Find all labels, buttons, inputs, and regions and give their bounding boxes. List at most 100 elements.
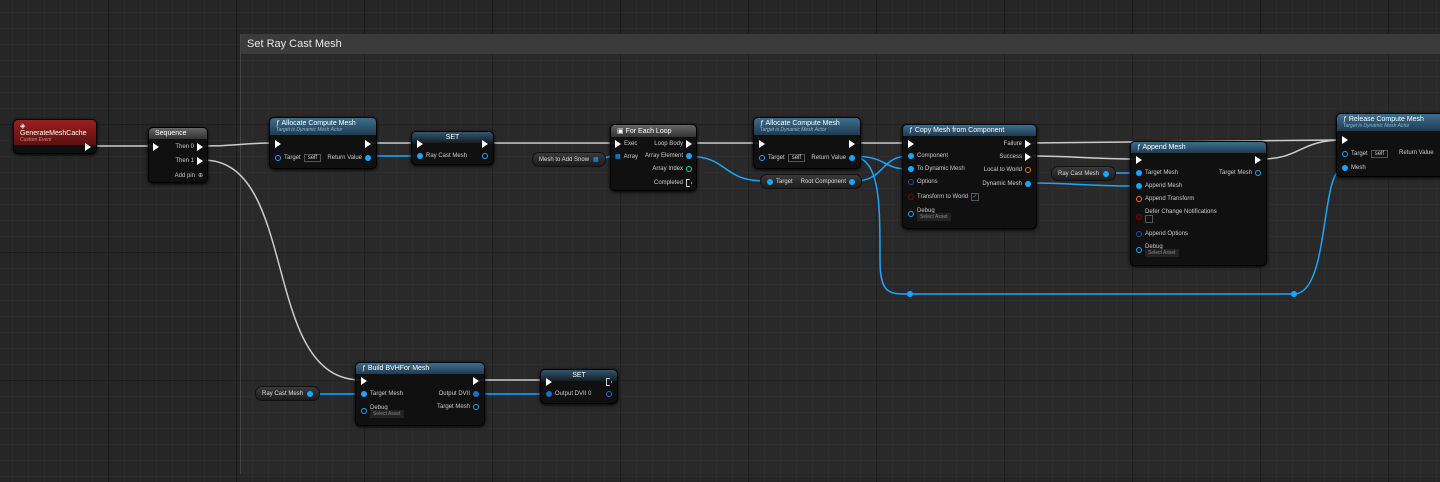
append-mesh-pin[interactable]: Append Mesh [1136,183,1182,189]
exec-out-pin[interactable] [606,378,612,386]
select-asset-dropdown[interactable]: Select Asset [370,410,404,418]
node-header: ƒ Allocate Compute Mesh Target is Dynamic… [270,118,376,135]
node-subtitle: Target is Dynamic Mesh Actor [1343,123,1410,129]
transform-to-world-pin[interactable]: Transform to World ✓ [908,193,980,201]
pin-label: Then 0 [175,144,194,150]
output-dvii-0-pin[interactable]: Output DVII 0 [546,391,591,397]
output-pin[interactable] [606,391,612,397]
exec-out-pin[interactable] [482,140,488,148]
root-component-pin[interactable]: Root Component [801,178,855,185]
function-icon: ƒ [1343,116,1347,123]
set-node[interactable]: SET Ray Cast Mesh [411,131,494,165]
target-pin[interactable]: Target self [275,154,322,162]
ray-cast-mesh-pin[interactable]: Ray Cast Mesh [417,153,467,159]
select-asset-dropdown[interactable]: Select Asset [917,213,951,221]
exec-in-pin[interactable] [361,377,367,385]
ray-cast-mesh-variable-2[interactable]: Ray Cast Mesh [255,386,321,401]
ray-cast-mesh-variable[interactable]: Ray Cast Mesh [1051,166,1117,181]
exec-in-pin[interactable] [1136,156,1142,164]
node-header: ƒ Copy Mesh from Component [903,125,1036,136]
transform-to-world-checkbox[interactable]: ✓ [971,193,980,201]
debug-pin[interactable]: Debug Select Asset [908,208,951,221]
component-pin[interactable]: Component [908,153,948,159]
defer-change-notifications-pin[interactable]: Defer Change Notifications [1136,209,1217,225]
exec-out-pin[interactable] [365,140,371,148]
exec-wire [202,159,362,381]
then-1-pin[interactable]: Then 1 [175,157,203,165]
target-input[interactable]: self [787,154,806,162]
target-pin[interactable]: Target [767,178,793,185]
exec-in-pin[interactable] [417,140,423,148]
exec-out-pin[interactable] [1255,156,1261,164]
for-each-loop-node[interactable]: ▣ For Each Loop Exec ▦ Array Loop Body Ar… [610,124,697,191]
exec-wire [1261,139,1344,160]
pin-label: Defer Change Notifications [1145,209,1217,215]
return-value-pin[interactable]: Return Value [327,155,371,161]
exec-out-pin[interactable] [473,377,479,385]
target-mesh-pin[interactable]: Target Mesh [361,391,403,397]
success-pin[interactable]: Success [999,153,1031,161]
target-mesh-pin[interactable]: Target Mesh [1136,170,1178,176]
completed-pin[interactable]: Completed [654,179,692,187]
node-title: For Each Loop [625,128,672,135]
debug-pin[interactable]: Debug Select Asset [1136,244,1179,257]
dynamic-mesh-pin[interactable]: Dynamic Mesh [982,181,1031,187]
exec-in-pin[interactable] [546,378,552,386]
set-node-2[interactable]: SET Output DVII 0 [540,369,618,404]
select-asset-dropdown[interactable]: Select Asset [1145,249,1179,257]
build-bvh-for-mesh-node[interactable]: ƒ Build BVHFor Mesh Target Mesh Debug Sel… [355,362,485,426]
loop-body-pin[interactable]: Loop Body [654,140,692,148]
array-element-pin[interactable]: Array Element [645,153,692,159]
output-pin[interactable] [482,153,488,159]
to-dynamic-mesh-pin[interactable]: To Dynamic Mesh [908,166,965,172]
exec-in-pin[interactable] [759,140,765,148]
allocate-compute-mesh-node-2[interactable]: ƒ Allocate Compute Mesh Target is Dynamic… [753,117,861,169]
defer-checkbox[interactable] [1145,215,1153,223]
pin-label: Failure [1003,141,1022,147]
sequence-node[interactable]: Sequence Then 0 Then 1 Add pin ⊕ [148,127,208,183]
array-pin[interactable]: ▦ Array [615,153,639,161]
mesh-pin[interactable]: Mesh [1342,165,1366,171]
append-transform-pin[interactable]: Append Transform [1136,196,1194,202]
exec-out-pin[interactable] [85,143,91,151]
add-pin-button[interactable]: Add pin ⊕ [175,172,203,180]
target-mesh-out-pin[interactable]: Target Mesh [1219,170,1261,176]
append-mesh-node[interactable]: ƒ Append Mesh Target Mesh Append Mesh Ap… [1130,141,1267,266]
target-pin[interactable]: Target self [1342,150,1389,158]
exec-in-pin[interactable]: Exec [615,140,637,148]
local-to-world-pin[interactable]: Local to World [984,167,1031,173]
node-header: ƒ Build BVHFor Mesh [356,363,484,374]
exec-in-pin[interactable] [153,143,159,151]
target-input[interactable]: self [303,154,322,162]
exec-in-pin[interactable] [908,140,914,148]
exec-in-pin[interactable] [1342,136,1348,144]
release-compute-mesh-node[interactable]: ƒ Release Compute Mesh Target is Dynamic … [1336,113,1440,177]
node-header: ƒ Release Compute Mesh Target is Dynamic … [1337,114,1440,131]
then-0-pin[interactable]: Then 0 [175,143,203,151]
variable-label: Ray Cast Mesh [262,390,304,397]
node-title: Sequence [155,130,187,137]
output-dvii-pin[interactable]: Output DVII [439,391,479,397]
exec-in-pin[interactable] [275,140,281,148]
return-value-pin[interactable]: Return Value [811,155,855,161]
node-title: Release Compute Mesh [1348,116,1424,123]
allocate-compute-mesh-node[interactable]: ƒ Allocate Compute Mesh Target is Dynamic… [269,117,377,169]
options-pin[interactable]: Options [908,179,938,185]
custom-event-node[interactable]: ◈ GenerateMeshCache Custom Event [13,119,97,154]
pin-label: Array [623,153,639,160]
failure-pin[interactable]: Failure [1004,140,1031,148]
append-options-pin[interactable]: Append Options [1136,231,1188,237]
get-root-component-node[interactable]: Target Root Component [760,174,862,189]
debug-pin[interactable]: Debug Select Asset [361,405,404,418]
target-pin[interactable]: Target self [759,154,806,162]
copy-mesh-from-component-node[interactable]: ƒ Copy Mesh from Component Component To … [902,124,1037,229]
mesh-to-add-snow-variable[interactable]: Mesh to Add Snow ▦ [532,152,606,167]
target-mesh-out-pin[interactable]: Target Mesh [437,404,479,410]
array-index-pin[interactable]: Array Index [652,166,692,172]
pin-label: Completed [653,180,683,186]
target-input[interactable]: self [1370,150,1389,158]
return-value-pin[interactable]: Return Value [1399,150,1434,156]
pin-label: Target [776,178,793,185]
exec-out-pin[interactable] [849,140,855,148]
pin-label: Append Transform [1145,196,1195,202]
